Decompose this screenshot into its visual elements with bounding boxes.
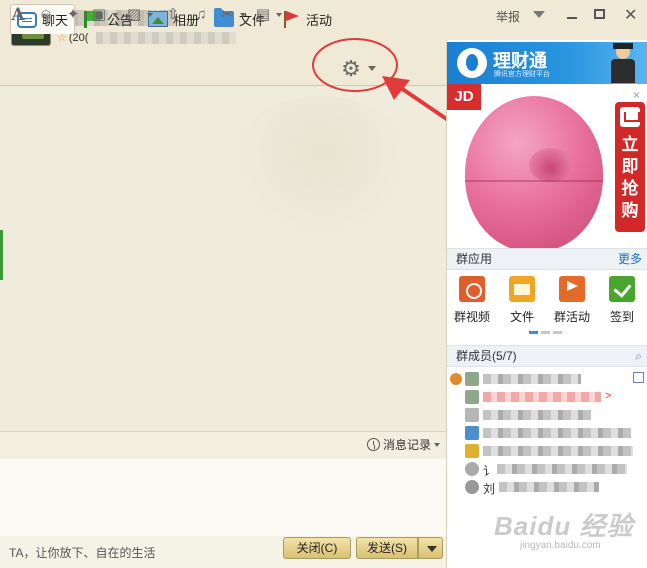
avatar [465,426,479,440]
maximize-icon[interactable] [594,9,605,19]
watermark-url: jingyan.baidu.com [520,540,601,551]
member-name-blurred [483,374,581,384]
member-name: 刘 [483,482,496,496]
member-name-blurred [483,428,631,438]
more-dropdown-icon[interactable] [276,13,282,17]
member-list: > 讠 刘 [447,370,647,496]
group-apps-title: 群应用 [456,252,493,266]
magic-wand-icon[interactable]: ✦ [64,6,82,24]
scissors-icon[interactable]: ✂ [218,6,236,24]
ad-banner[interactable]: 理财通 腾讯官方理财平台 [447,42,647,84]
avatar [465,444,479,458]
jd-logo: JD [447,84,481,110]
avatar [465,462,479,476]
avatar [465,372,479,386]
event-icon [559,276,585,302]
send-options-button[interactable] [418,537,443,559]
apps-pager[interactable] [529,331,562,334]
dropdown-arrow-icon[interactable] [533,11,545,18]
avatar [465,390,479,404]
emoji-icon[interactable]: ☺ [37,6,55,24]
upload-icon[interactable]: ⇧ [164,6,182,24]
member-row[interactable]: 讠 [447,460,647,478]
folder-icon [509,276,535,302]
member-row[interactable]: 刘 [447,478,647,496]
window-edge-accent [0,230,3,280]
banner-subtitle: 腾讯官方理财平台 [494,71,550,78]
owner-icon [450,373,462,385]
music-icon[interactable]: ♫ [192,6,210,24]
checkin-icon [609,276,635,302]
member-row[interactable]: > [447,388,647,406]
watermark: Baidu 经验 [494,511,634,541]
app-label: 文件 [509,310,534,324]
members-search-icon[interactable]: ⌕ [635,346,642,366]
cart-icon [620,107,640,127]
app-checkin[interactable]: 签到 [597,276,647,325]
app-group-video[interactable]: 群视频 [447,276,497,325]
buy-now-label: 立即抢购 [621,135,639,220]
banner-person-image [607,43,639,83]
more-icon[interactable]: ▤ [254,6,272,24]
tab-label: 活动 [306,12,333,28]
members-header: 群成员(5/7) ⌕ [447,345,647,367]
send-button[interactable]: 发送(S) [356,537,418,559]
app-label: 签到 [609,310,634,324]
image-dropdown-icon[interactable] [147,13,153,17]
ad-close-icon[interactable]: × [633,88,640,102]
member-name-blurred [483,446,633,456]
message-input[interactable] [0,459,446,536]
member-row[interactable] [447,442,647,460]
group-apps-header: 群应用 更多 [447,248,647,270]
licaitong-logo [457,48,487,78]
avatar [465,480,479,494]
app-group-event[interactable]: 群活动 [547,276,597,325]
member-name-blurred [483,410,591,420]
member-row[interactable] [447,424,647,442]
clock-icon [367,438,380,451]
screenshot-dropdown-icon[interactable] [112,13,118,17]
member-row[interactable] [447,406,647,424]
report-button[interactable]: 举报 [496,8,520,25]
font-icon[interactable]: A [9,6,27,24]
edit-icon[interactable] [633,372,644,383]
member-name: 讠 [483,464,496,478]
flag-icon [281,10,301,28]
member-name-blurred [499,482,599,492]
right-panel: 理财通 腾讯官方理财平台 JD × 立即抢购 群应用 更多 群视频 文件 群活动 [446,40,647,568]
message-log-dropdown-icon[interactable] [434,442,441,447]
member-badge: > [605,390,612,402]
member-name-blurred [497,464,627,474]
app-label: 群视频 [453,310,490,324]
app-file[interactable]: 文件 [497,276,547,325]
message-log-button[interactable]: 消息记录 [367,436,441,453]
buy-now-button[interactable]: 立即抢购 [615,102,645,232]
members-title: 群成员(5/7) [456,349,517,363]
app-label: 群活动 [553,310,590,324]
member-signature-text: TA，让你放下、自在的生活 [9,546,156,560]
member-name-blurred [483,392,601,402]
avatar [465,408,479,422]
minimize-icon[interactable] [564,7,580,23]
video-icon [459,276,485,302]
close-icon[interactable]: ✕ [624,5,637,25]
screenshot-icon[interactable]: ▣ [90,6,108,24]
message-log-label: 消息记录 [383,438,432,452]
scissors-dropdown-icon[interactable] [240,13,246,17]
image-icon[interactable]: ▨ [125,6,143,24]
close-chat-button[interactable]: 关闭(C) [283,537,351,559]
tab-activity[interactable]: 活动 [275,4,338,34]
member-row[interactable] [447,370,647,388]
product-image [465,96,603,252]
more-link[interactable]: 更多 [618,249,642,269]
